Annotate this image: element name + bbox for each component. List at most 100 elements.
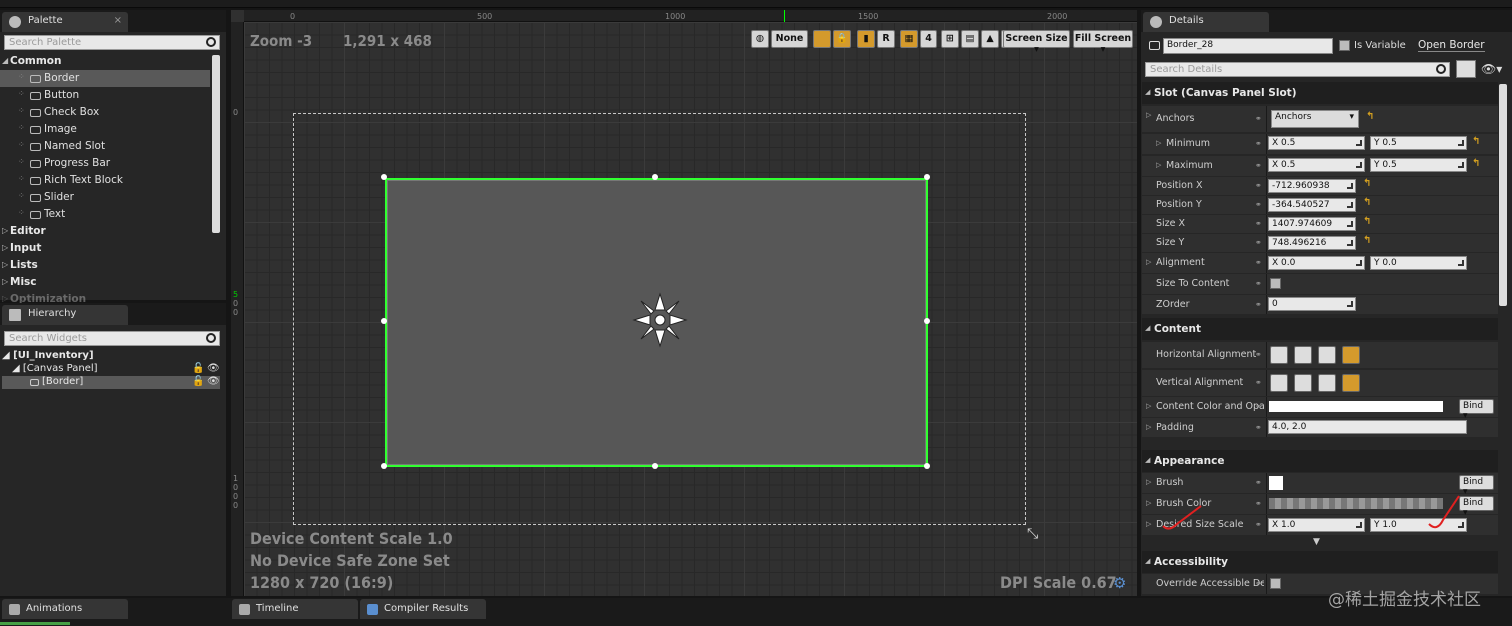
transform-none-button[interactable]: None bbox=[771, 30, 808, 48]
bind-dropdown[interactable]: Bind ▾ bbox=[1459, 475, 1494, 497]
animations-tab[interactable]: Animations bbox=[2, 599, 128, 619]
is-variable-checkbox[interactable] bbox=[1339, 40, 1350, 51]
eye-icon[interactable]: 👁 bbox=[207, 376, 220, 387]
align-left-icon[interactable] bbox=[1270, 346, 1288, 364]
palette-category[interactable]: ▷ Editor bbox=[0, 223, 210, 240]
resize-handle[interactable] bbox=[381, 318, 387, 324]
slot-section-header[interactable]: ◢ Slot (Canvas Panel Slot) bbox=[1142, 82, 1498, 104]
details-tab[interactable]: Details bbox=[1143, 12, 1269, 32]
align-fill-v-icon[interactable] bbox=[1342, 374, 1360, 392]
align-right-icon[interactable] bbox=[1318, 346, 1336, 364]
fill-screen-dropdown[interactable]: Fill Screen ▾ bbox=[1073, 30, 1133, 55]
palette-item[interactable]: ⁘ Button bbox=[0, 87, 210, 104]
bind-dropdown[interactable]: Bind ▾ bbox=[1459, 399, 1494, 421]
details-scrollbar[interactable] bbox=[1499, 84, 1507, 306]
hierarchy-search-input[interactable]: Search Widgets bbox=[4, 331, 220, 346]
palette-item[interactable]: ⁘ Progress Bar bbox=[0, 155, 210, 172]
palette-category[interactable]: ▷ Input bbox=[0, 240, 210, 257]
reset-arrow-icon[interactable]: ↰ bbox=[1363, 178, 1371, 189]
hierarchy-tab[interactable]: Hierarchy bbox=[2, 305, 128, 325]
align-fill-h-icon[interactable] bbox=[1342, 346, 1360, 364]
expand-arrow-icon[interactable]: ▷ bbox=[1156, 161, 1161, 169]
padding-field[interactable]: 4.0, 2.0 bbox=[1268, 420, 1467, 434]
compiler-results-tab[interactable]: Compiler Results bbox=[360, 599, 486, 619]
alignment-x-field[interactable]: X 0.0 bbox=[1268, 256, 1365, 270]
respect-locks-button[interactable]: R bbox=[877, 30, 895, 48]
expand-arrow-icon[interactable]: ▷ bbox=[1156, 139, 1161, 147]
design-grid[interactable]: ⤡ bbox=[244, 22, 1137, 596]
position-x-field[interactable]: -712.960938 bbox=[1268, 179, 1356, 193]
lock-icon[interactable]: 🔓 bbox=[192, 376, 204, 387]
expand-arrow-icon[interactable]: ▷ bbox=[1146, 258, 1151, 266]
minimum-y-field[interactable]: Y 0.5 bbox=[1370, 136, 1467, 150]
size-x-field[interactable]: 1407.974609 bbox=[1268, 217, 1356, 231]
desired-y-field[interactable]: Y 1.0 bbox=[1370, 518, 1467, 532]
palette-item[interactable]: ⁘ Named Slot bbox=[0, 138, 210, 155]
palette-item[interactable]: ⁘ Image bbox=[0, 121, 210, 138]
expand-arrow-icon[interactable]: ▷ bbox=[1146, 111, 1151, 119]
palette-category[interactable]: ▷ Optimization bbox=[0, 291, 210, 303]
details-search-input[interactable]: Search Details bbox=[1145, 62, 1450, 77]
property-matrix-icon[interactable] bbox=[1456, 60, 1476, 78]
reset-arrow-icon[interactable]: ↰ bbox=[1363, 216, 1371, 227]
palette-category[interactable]: ▷ Lists bbox=[0, 257, 210, 274]
resize-screen-icon[interactable]: ⤡ bbox=[1027, 526, 1038, 542]
accessibility-section-header[interactable]: ◢ Accessibility bbox=[1142, 551, 1498, 573]
category-common[interactable]: ◢ Common bbox=[0, 53, 210, 70]
palette-tab[interactable]: Palette × bbox=[2, 12, 128, 32]
grid-snap-icon[interactable]: ▦ bbox=[900, 30, 918, 48]
desired-x-field[interactable]: X 1.0 bbox=[1268, 518, 1365, 532]
size-to-content-checkbox[interactable] bbox=[1270, 278, 1281, 289]
open-border-link[interactable]: Open Border bbox=[1418, 39, 1485, 52]
reset-arrow-icon[interactable]: ↰ bbox=[1363, 235, 1371, 246]
minimum-x-field[interactable]: X 0.5 bbox=[1268, 136, 1365, 150]
resize-handle[interactable] bbox=[924, 463, 930, 469]
lock-icon[interactable]: 🔓 bbox=[192, 363, 204, 374]
size-y-field[interactable]: 748.496216 bbox=[1268, 236, 1356, 250]
position-y-field[interactable]: -364.540527 bbox=[1268, 198, 1356, 212]
expand-arrow-icon[interactable]: ▷ bbox=[1146, 520, 1151, 528]
content-color-swatch[interactable] bbox=[1269, 401, 1443, 412]
brush-color-swatch[interactable] bbox=[1269, 498, 1443, 509]
hierarchy-root[interactable]: ◢ [UI_Inventory] bbox=[2, 350, 94, 363]
image-icon[interactable]: ▲ bbox=[981, 30, 999, 48]
palette-item[interactable]: ⁘ Rich Text Block bbox=[0, 172, 210, 189]
palette-item[interactable]: ⁘ Slider bbox=[0, 189, 210, 206]
maximum-y-field[interactable]: Y 0.5 bbox=[1370, 158, 1467, 172]
align-bottom-icon[interactable] bbox=[1318, 374, 1336, 392]
palette-item[interactable]: ⁘ Check Box bbox=[0, 104, 210, 121]
override-accessible-checkbox[interactable] bbox=[1270, 578, 1281, 589]
expand-arrow-icon[interactable]: ▷ bbox=[1146, 402, 1151, 410]
reset-arrow-icon[interactable]: ↰ bbox=[1363, 197, 1371, 208]
gear-icon[interactable]: ⚙ bbox=[1113, 574, 1126, 592]
zorder-field[interactable]: 0 bbox=[1268, 297, 1356, 311]
resize-handle[interactable] bbox=[381, 463, 387, 469]
anchors-dropdown[interactable]: Anchors ▾ bbox=[1271, 110, 1359, 128]
resize-handle[interactable] bbox=[924, 318, 930, 324]
resize-handle[interactable] bbox=[924, 174, 930, 180]
border-anchor-icon[interactable] bbox=[632, 292, 688, 348]
brush-swatch[interactable] bbox=[1269, 476, 1283, 490]
designer-viewport[interactable]: 0 500 1000 1500 2000 0 5 0 0 1 0 0 0 ⤡ Z… bbox=[231, 10, 1137, 596]
eye-icon[interactable]: 👁 bbox=[207, 363, 220, 374]
align-top-icon[interactable] bbox=[1270, 374, 1288, 392]
maximum-x-field[interactable]: X 0.5 bbox=[1268, 158, 1365, 172]
expand-arrow-icon[interactable]: ▷ bbox=[1146, 423, 1151, 431]
grid-size-button[interactable]: 4 bbox=[920, 30, 937, 48]
palette-category[interactable]: ▷ Misc bbox=[0, 274, 210, 291]
palette-item[interactable]: ⁘ Border bbox=[0, 70, 210, 87]
alignment-y-field[interactable]: Y 0.0 bbox=[1370, 256, 1467, 270]
screen-size-dropdown[interactable]: Screen Size ▾ bbox=[1003, 30, 1070, 55]
lock-icon[interactable]: 🔒 bbox=[833, 30, 851, 48]
palette-search-input[interactable]: Search Palette bbox=[4, 35, 220, 50]
timeline-tab[interactable]: Timeline bbox=[232, 599, 358, 619]
background-icon[interactable]: ▤ bbox=[961, 30, 979, 48]
advanced-expand-icon[interactable]: ▼ bbox=[1313, 537, 1320, 547]
align-center-v-icon[interactable] bbox=[1294, 374, 1312, 392]
reset-arrow-icon[interactable]: ↰ bbox=[1366, 111, 1374, 122]
reset-arrow-icon[interactable]: ↰ bbox=[1472, 158, 1480, 169]
align-center-h-icon[interactable] bbox=[1294, 346, 1312, 364]
reset-arrow-icon[interactable]: ↰ bbox=[1472, 136, 1480, 147]
snap-icon[interactable] bbox=[813, 30, 831, 48]
widget-name-input[interactable]: Border_28 bbox=[1163, 38, 1333, 54]
